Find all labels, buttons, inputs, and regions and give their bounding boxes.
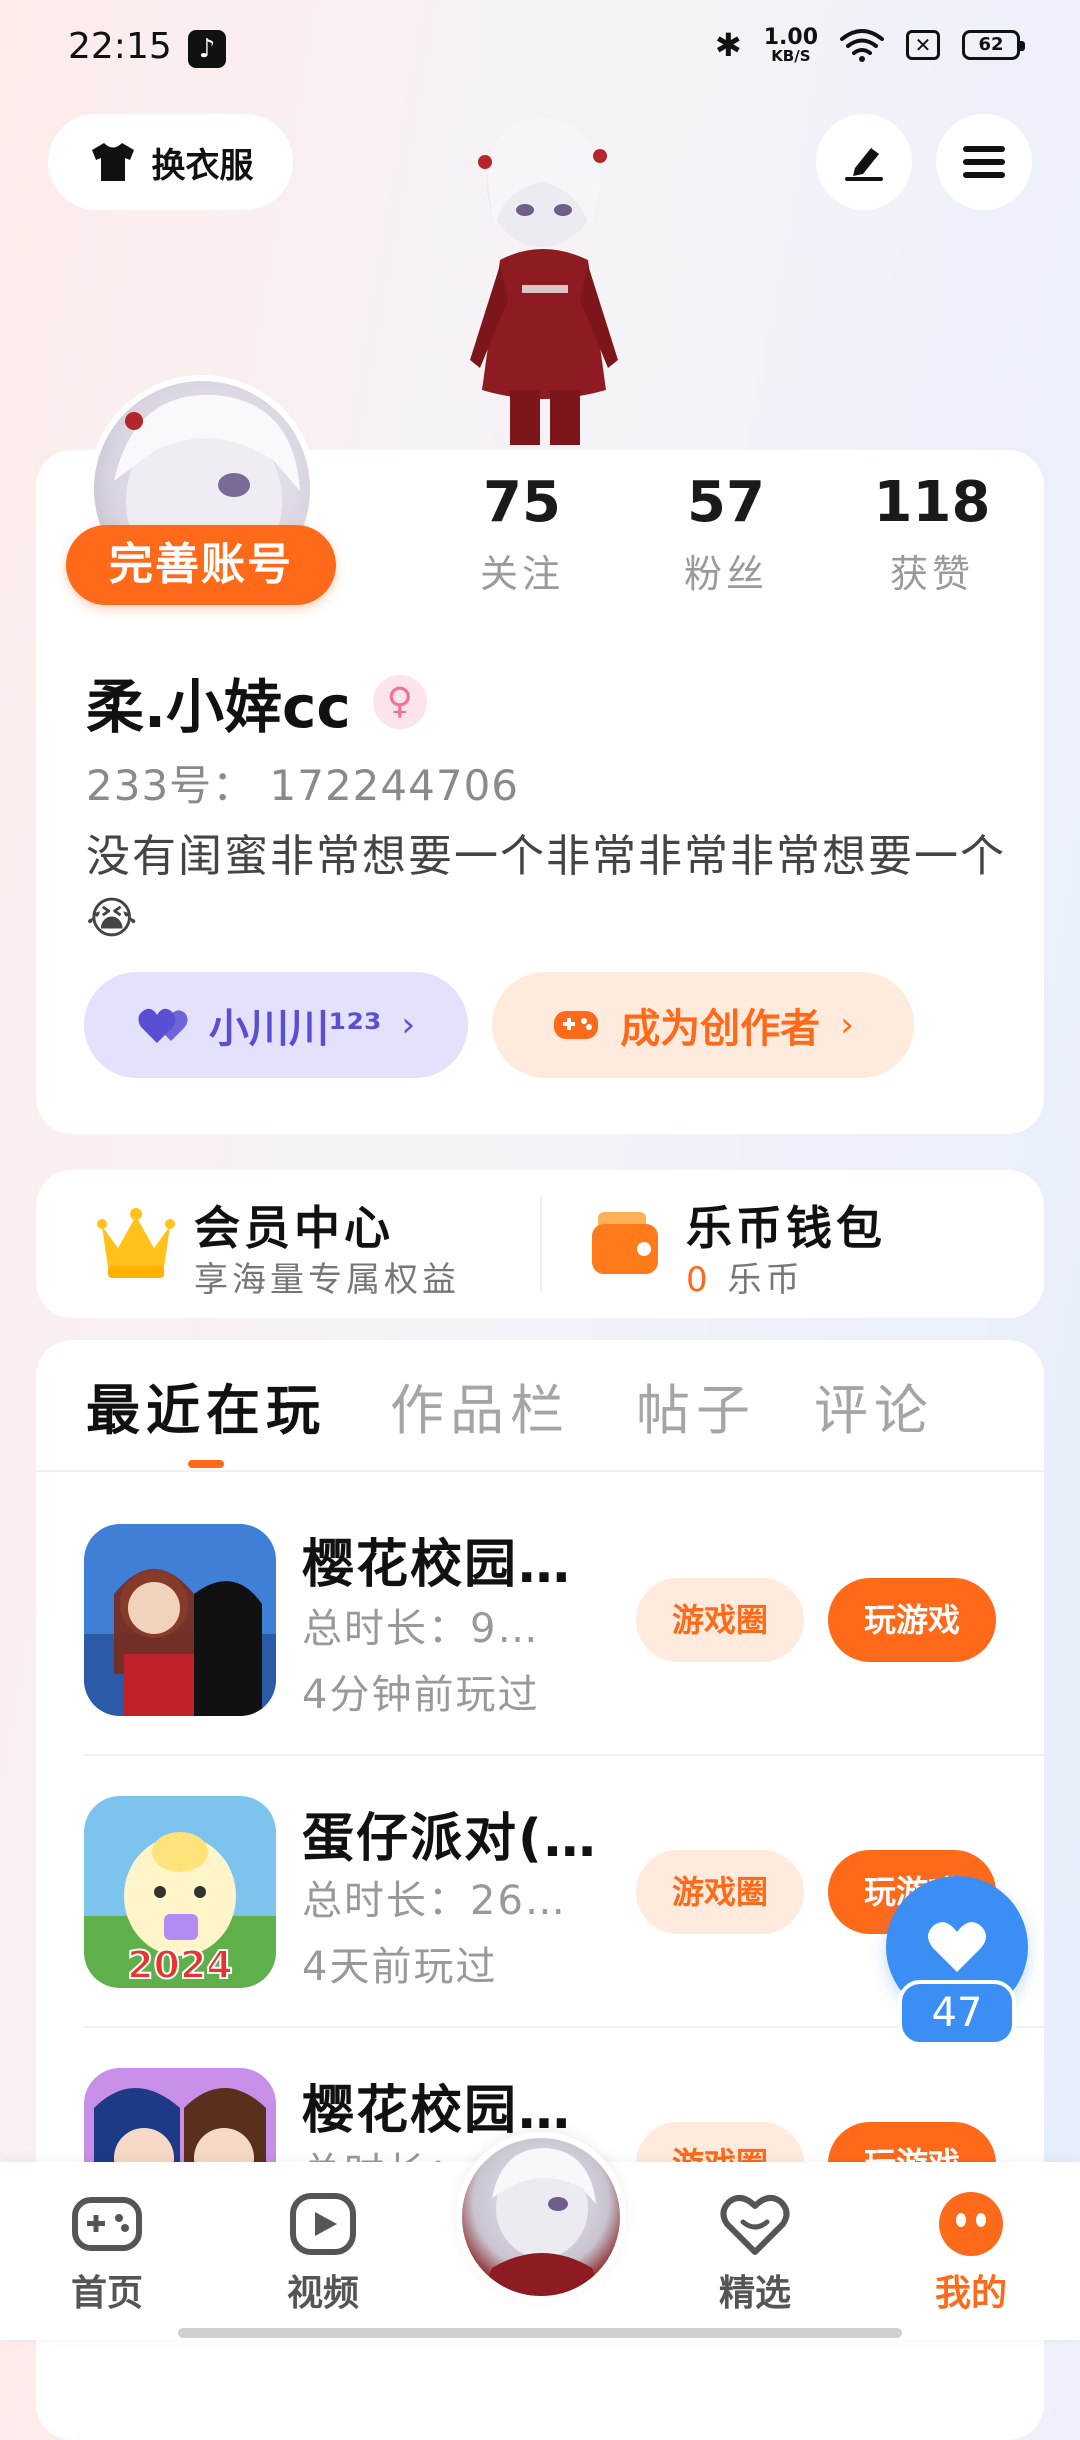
hamburger-menu-icon bbox=[963, 146, 1005, 178]
menu-button[interactable] bbox=[936, 114, 1032, 210]
gamepad-icon bbox=[554, 1011, 599, 1039]
network-speed-unit: KB/S bbox=[771, 46, 811, 65]
home-indicator[interactable] bbox=[178, 2328, 902, 2338]
game-duration: 总时长：9… bbox=[302, 1606, 540, 1652]
edit-profile-button[interactable] bbox=[816, 114, 912, 210]
network-speed: 1.00 KB/S bbox=[763, 24, 818, 65]
game-title[interactable]: 樱花校园… bbox=[302, 1522, 572, 1597]
nav-featured[interactable]: 精选 bbox=[680, 2190, 830, 2316]
pen-icon bbox=[845, 148, 883, 181]
row-divider bbox=[84, 1754, 1044, 1756]
profile-face-icon bbox=[939, 2192, 1003, 2256]
game-circle-button[interactable]: 游戏圈 bbox=[636, 1850, 804, 1934]
nav-video-label: 视频 bbox=[286, 2273, 359, 2314]
status-time: 22:15 bbox=[68, 26, 172, 67]
stat-following-value: 75 bbox=[483, 470, 561, 535]
user-bio: 没有闺蜜非常想要一个非常非常非常想要一个 😭 bbox=[86, 831, 1006, 944]
sim-blocked-icon: ✕ bbox=[906, 30, 940, 60]
tab-active-indicator bbox=[188, 1460, 224, 1468]
username-row: 柔.小婞cc ♀ bbox=[86, 660, 427, 744]
stat-likes-label: 获赞 bbox=[889, 552, 974, 596]
gamepad-nav-icon bbox=[72, 2197, 142, 2251]
stat-followers-label: 粉丝 bbox=[683, 552, 768, 596]
nav-featured-label: 精选 bbox=[718, 2273, 791, 2314]
nav-video[interactable]: 视频 bbox=[248, 2190, 398, 2316]
nav-mine[interactable]: 我的 bbox=[896, 2190, 1046, 2316]
nav-home-label: 首页 bbox=[70, 2273, 143, 2314]
change-outfit-button[interactable]: 换衣服 bbox=[48, 114, 293, 210]
female-gender-icon: ♀ bbox=[372, 675, 427, 729]
wallet-icon[interactable] bbox=[588, 1206, 662, 1280]
game-last-played: 4分钟前玩过 bbox=[302, 1672, 540, 1718]
double-heart-icon bbox=[138, 1008, 188, 1043]
wallet-balance[interactable]: 0 乐币 bbox=[686, 1252, 804, 1301]
tab-posts[interactable]: 帖子 bbox=[636, 1366, 756, 1445]
user-id[interactable]: 233号： 172244706 bbox=[86, 752, 519, 813]
nav-mine-label: 我的 bbox=[934, 2273, 1007, 2314]
stat-likes-value: 118 bbox=[873, 470, 991, 535]
tab-works[interactable]: 作品栏 bbox=[390, 1366, 570, 1445]
vip-center-subtitle[interactable]: 享海量专属权益 bbox=[194, 1252, 460, 1301]
game-thumb-badge: 2024 bbox=[127, 1943, 233, 1987]
stat-following[interactable]: 75 关注 bbox=[442, 470, 602, 598]
floating-like-count: 47 bbox=[898, 1980, 1016, 2046]
stat-followers-value: 57 bbox=[687, 470, 765, 535]
battery-icon: 62 bbox=[962, 30, 1025, 60]
stat-followers[interactable]: 57 粉丝 bbox=[646, 470, 806, 598]
nav-center-avatar[interactable] bbox=[456, 2132, 626, 2302]
wallet-coin-value: 0 bbox=[686, 1260, 712, 1300]
wallet-coin-unit: 乐币 bbox=[727, 1260, 804, 1300]
character-avatar-figure[interactable] bbox=[430, 100, 660, 450]
wallet-title[interactable]: 乐币钱包 bbox=[686, 1192, 886, 1258]
game-duration: 总时长：26… bbox=[302, 1878, 567, 1924]
chevron-right-icon: › bbox=[840, 1005, 854, 1045]
heart-icon bbox=[928, 1922, 986, 1972]
tabs-divider bbox=[36, 1470, 1044, 1472]
nav-home[interactable]: 首页 bbox=[32, 2190, 182, 2316]
status-icons: ✱ 1.00 KB/S ✕ 62 bbox=[714, 24, 1025, 65]
tiktok-notification-icon: ♪ bbox=[188, 30, 226, 68]
game-thumbnail-image bbox=[84, 1524, 276, 1716]
game-last-played: 4天前玩过 bbox=[302, 1944, 498, 1990]
game-circle-button[interactable]: 游戏圈 bbox=[636, 1578, 804, 1662]
complete-account-button[interactable]: 完善账号 bbox=[66, 525, 336, 605]
vip-center-title[interactable]: 会员中心 bbox=[194, 1192, 394, 1258]
center-avatar-image bbox=[482, 2148, 602, 2296]
bluetooth-icon: ✱ bbox=[714, 26, 742, 64]
game-thumbnail[interactable]: 2024 bbox=[84, 1796, 276, 1988]
tab-recent-play[interactable]: 最近在玩 bbox=[86, 1366, 326, 1445]
chevron-right-icon: › bbox=[401, 1005, 416, 1045]
crown-icon[interactable] bbox=[96, 1206, 176, 1282]
stat-likes[interactable]: 118 获赞 bbox=[852, 470, 1012, 598]
network-speed-value: 1.00 bbox=[763, 24, 818, 50]
game-thumbnail-image: 2024 bbox=[84, 1796, 276, 1988]
shirt-icon bbox=[91, 143, 134, 181]
status-bar: 22:15 ♪ ✱ 1.00 KB/S ✕ 62 bbox=[0, 0, 1080, 96]
change-outfit-label: 换衣服 bbox=[151, 145, 254, 186]
video-play-icon bbox=[290, 2193, 356, 2255]
become-creator-button[interactable]: 成为创作者 › bbox=[492, 972, 914, 1078]
stat-following-label: 关注 bbox=[479, 552, 564, 596]
vip-wallet-divider bbox=[540, 1196, 542, 1292]
heart-chat-icon bbox=[720, 2194, 790, 2255]
best-friend-button[interactable]: 小川川¹²³ › bbox=[84, 972, 468, 1078]
play-game-button[interactable]: 玩游戏 bbox=[828, 1578, 996, 1662]
become-creator-label: 成为创作者 bbox=[620, 1006, 821, 1052]
wifi-icon bbox=[840, 29, 884, 62]
username: 柔.小婞cc bbox=[86, 673, 351, 741]
best-friend-label: 小川川¹²³ bbox=[208, 1006, 382, 1052]
tab-comments[interactable]: 评论 bbox=[814, 1366, 934, 1445]
game-title[interactable]: 蛋仔派对(… bbox=[302, 1796, 598, 1871]
game-thumbnail[interactable] bbox=[84, 1524, 276, 1716]
